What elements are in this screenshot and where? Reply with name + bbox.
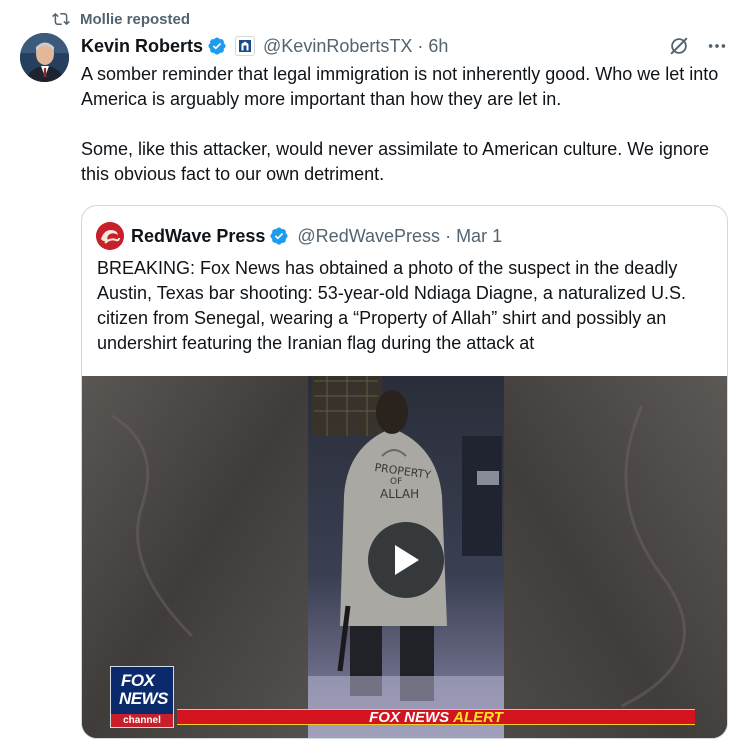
author-avatar[interactable]: [20, 33, 69, 82]
quote-timestamp[interactable]: Mar 1: [456, 226, 502, 247]
alert-text: FOX NEWS: [369, 708, 450, 726]
affiliate-badge-icon[interactable]: [235, 36, 256, 56]
video-thumbnail[interactable]: PROPERTY OF ALLAH FOX NEWS channel FOX N…: [82, 376, 727, 738]
fox-news-alert-banner: FOX NEWS ALERT: [177, 708, 695, 726]
tweet-timestamp[interactable]: 6h: [428, 36, 448, 57]
tweet-paragraph: A somber reminder that legal immigration…: [81, 64, 719, 109]
tweet-body: A somber reminder that legal immigration…: [81, 62, 721, 187]
repost-icon: [52, 12, 70, 26]
separator-dot: ·: [445, 225, 452, 246]
shirt-text: ALLAH: [380, 487, 419, 501]
quote-body: BREAKING: Fox News has obtained a photo …: [97, 258, 687, 353]
quote-author-avatar[interactable]: [96, 222, 124, 250]
verified-badge-icon[interactable]: [207, 36, 227, 56]
logo-line: NEWS: [119, 689, 169, 708]
verified-badge-icon[interactable]: [269, 226, 289, 246]
redwave-logo-icon: [96, 222, 124, 250]
logo-line: channel: [111, 714, 173, 727]
author-handle[interactable]: @KevinRobertsTX: [263, 36, 412, 57]
repost-label: Mollie reposted: [80, 10, 191, 28]
play-icon: [395, 545, 419, 575]
quote-author-name[interactable]: RedWave Press: [131, 226, 265, 247]
repost-indicator[interactable]: Mollie reposted: [52, 9, 190, 29]
tweet-paragraph: Some, like this attacker, would never as…: [81, 139, 709, 184]
more-icon[interactable]: [706, 35, 728, 57]
logo-line: FOX: [121, 671, 155, 690]
avatar-image: [20, 33, 69, 82]
header-actions: [668, 35, 728, 57]
separator-dot: ·: [417, 35, 424, 56]
quote-author-handle[interactable]: @RedWavePress: [297, 226, 440, 247]
alert-text: ALERT: [453, 708, 503, 726]
grok-icon[interactable]: [668, 35, 690, 57]
play-button[interactable]: [368, 522, 444, 598]
quoted-tweet[interactable]: RedWave Press @RedWavePress · Mar 1 BREA…: [81, 205, 728, 739]
tweet-header: Kevin Roberts @KevinRobertsTX · 6h: [81, 35, 728, 57]
shirt-text: OF: [390, 477, 402, 487]
fox-news-logo: FOX NEWS channel: [110, 666, 174, 728]
author-name[interactable]: Kevin Roberts: [81, 36, 203, 57]
quote-header: RedWave Press @RedWavePress · Mar 1: [96, 222, 502, 250]
